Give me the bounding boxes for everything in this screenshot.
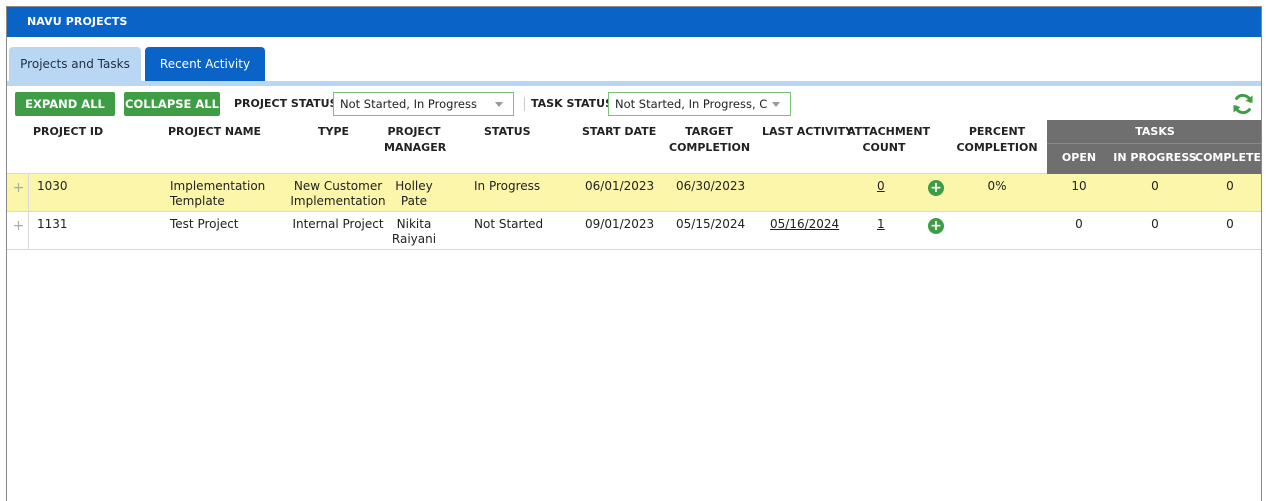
project-status-value: Not Started, In Progress (340, 97, 477, 111)
col-percent-completion[interactable]: PERCENT COMPLETION (952, 124, 1042, 156)
start-date: 06/01/2023 (585, 179, 655, 193)
col-tasks-open[interactable]: OPEN (1047, 146, 1111, 170)
task-status-label: TASK STATUS (531, 97, 614, 110)
expand-row-icon[interactable]: + (9, 212, 29, 250)
col-project-name[interactable]: PROJECT NAME (168, 124, 261, 140)
tab-recent-activity[interactable]: Recent Activity (145, 47, 265, 81)
col-tasks-completed[interactable]: COMPLETED (1195, 146, 1261, 170)
project-name-line1: Implementation (170, 179, 266, 193)
expand-all-button[interactable]: EXPAND ALL (15, 92, 115, 116)
col-target-completion[interactable]: TARGET COMPLETION (669, 124, 751, 156)
tab-projects-and-tasks[interactable]: Projects and Tasks (9, 47, 141, 81)
project-status-select[interactable]: Not Started, In Progress (333, 92, 514, 116)
toolbar: EXPAND ALL COLLAPSE ALL PROJECT STATUS N… (7, 86, 1261, 120)
project-id: 1131 (37, 217, 68, 231)
grid-header: PROJECT ID PROJECT NAME TYPE PROJECT MAN… (7, 120, 1261, 174)
page-title: NAVU PROJECTS (7, 7, 1261, 37)
tasks-completed: 0 (1226, 217, 1234, 231)
tasks-in-progress: 0 (1151, 179, 1159, 193)
tasks-in-progress: 0 (1151, 217, 1159, 231)
expand-row-icon[interactable]: + (9, 174, 29, 212)
project-status: In Progress (474, 179, 541, 193)
col-status[interactable]: STATUS (484, 124, 531, 140)
project-manager-line1: Nikita (396, 217, 432, 231)
col-attachment-count[interactable]: ATTACHMENT COUNT (847, 124, 931, 156)
col-tasks: TASKS (1047, 120, 1261, 144)
add-attachment-icon[interactable]: + (928, 218, 944, 234)
tasks-completed: 0 (1226, 179, 1234, 193)
target-completion: 05/15/2024 (676, 217, 746, 231)
col-percent-completion-line2: COMPLETION (956, 141, 1038, 154)
col-target-completion-line2: COMPLETION (669, 141, 751, 154)
col-start-date[interactable]: START DATE (582, 124, 656, 140)
project-name: Test Project (170, 217, 239, 232)
project-name: Implementation Template (170, 179, 265, 209)
project-manager-line2: Pate (400, 194, 428, 208)
target-completion: 06/30/2023 (676, 179, 746, 193)
add-attachment-icon[interactable]: + (928, 180, 944, 196)
task-status-select[interactable]: Not Started, In Progress, Cor (608, 92, 791, 116)
project-id: 1030 (37, 179, 68, 193)
start-date: 09/01/2023 (585, 217, 655, 231)
col-project-manager-line2: MANAGER (384, 141, 447, 154)
project-name-line1: Test Project (170, 217, 239, 231)
project-status: Not Started (474, 217, 544, 231)
project-type: New Customer Implementation (283, 179, 393, 209)
project-type-line1: New Customer (293, 179, 383, 193)
table-row[interactable]: + 1030 Implementation Template New Custo… (7, 174, 1261, 212)
collapse-all-button[interactable]: COLLAPSE ALL (124, 92, 220, 116)
attachment-count-link[interactable]: 0 (877, 179, 885, 194)
project-manager-line1: Holley (395, 179, 433, 193)
tasks-open: 10 (1071, 179, 1087, 193)
refresh-icon[interactable] (1231, 92, 1255, 116)
task-status-value: Not Started, In Progress, Cor (615, 97, 767, 111)
project-status-label: PROJECT STATUS (234, 97, 338, 110)
last-activity-link[interactable]: 05/16/2024 (770, 217, 839, 232)
col-tasks-in-progress[interactable]: IN PROGRESS (1113, 146, 1197, 170)
col-type[interactable]: TYPE (318, 124, 349, 140)
col-project-manager-line1: PROJECT (387, 125, 441, 138)
tasks-header-group: TASKS OPEN IN PROGRESS COMPLETED (1047, 120, 1261, 174)
project-type: Internal Project (283, 217, 393, 232)
project-type-line2: Implementation (290, 194, 386, 208)
chevron-down-icon (495, 102, 503, 107)
tab-bar: Projects and Tasks Recent Activity (7, 37, 1261, 81)
col-attachment-count-line2: COUNT (862, 141, 906, 154)
project-type-line1: Internal Project (292, 217, 384, 231)
percent-completion: 0% (987, 179, 1007, 193)
project-manager: Nikita Raiyani (384, 217, 444, 247)
col-target-completion-line1: TARGET (685, 125, 733, 138)
tasks-open: 0 (1075, 217, 1083, 231)
col-percent-completion-line1: PERCENT (968, 125, 1026, 138)
app-window: NAVU PROJECTS Projects and Tasks Recent … (6, 6, 1262, 501)
attachment-count-link[interactable]: 1 (877, 217, 885, 232)
project-name-line2: Template (170, 194, 225, 208)
project-manager: Holley Pate (384, 179, 444, 209)
toolbar-divider (524, 97, 525, 111)
col-last-activity[interactable]: LAST ACTIVITY (762, 124, 853, 140)
col-project-id[interactable]: PROJECT ID (33, 124, 103, 140)
project-manager-line2: Raiyani (391, 232, 437, 246)
chevron-down-icon (772, 102, 780, 107)
table-row[interactable]: + 1131 Test Project Internal Project Nik… (7, 212, 1261, 250)
col-attachment-count-line1: ATTACHMENT (847, 125, 931, 138)
col-project-manager[interactable]: PROJECT MANAGER (384, 124, 447, 156)
